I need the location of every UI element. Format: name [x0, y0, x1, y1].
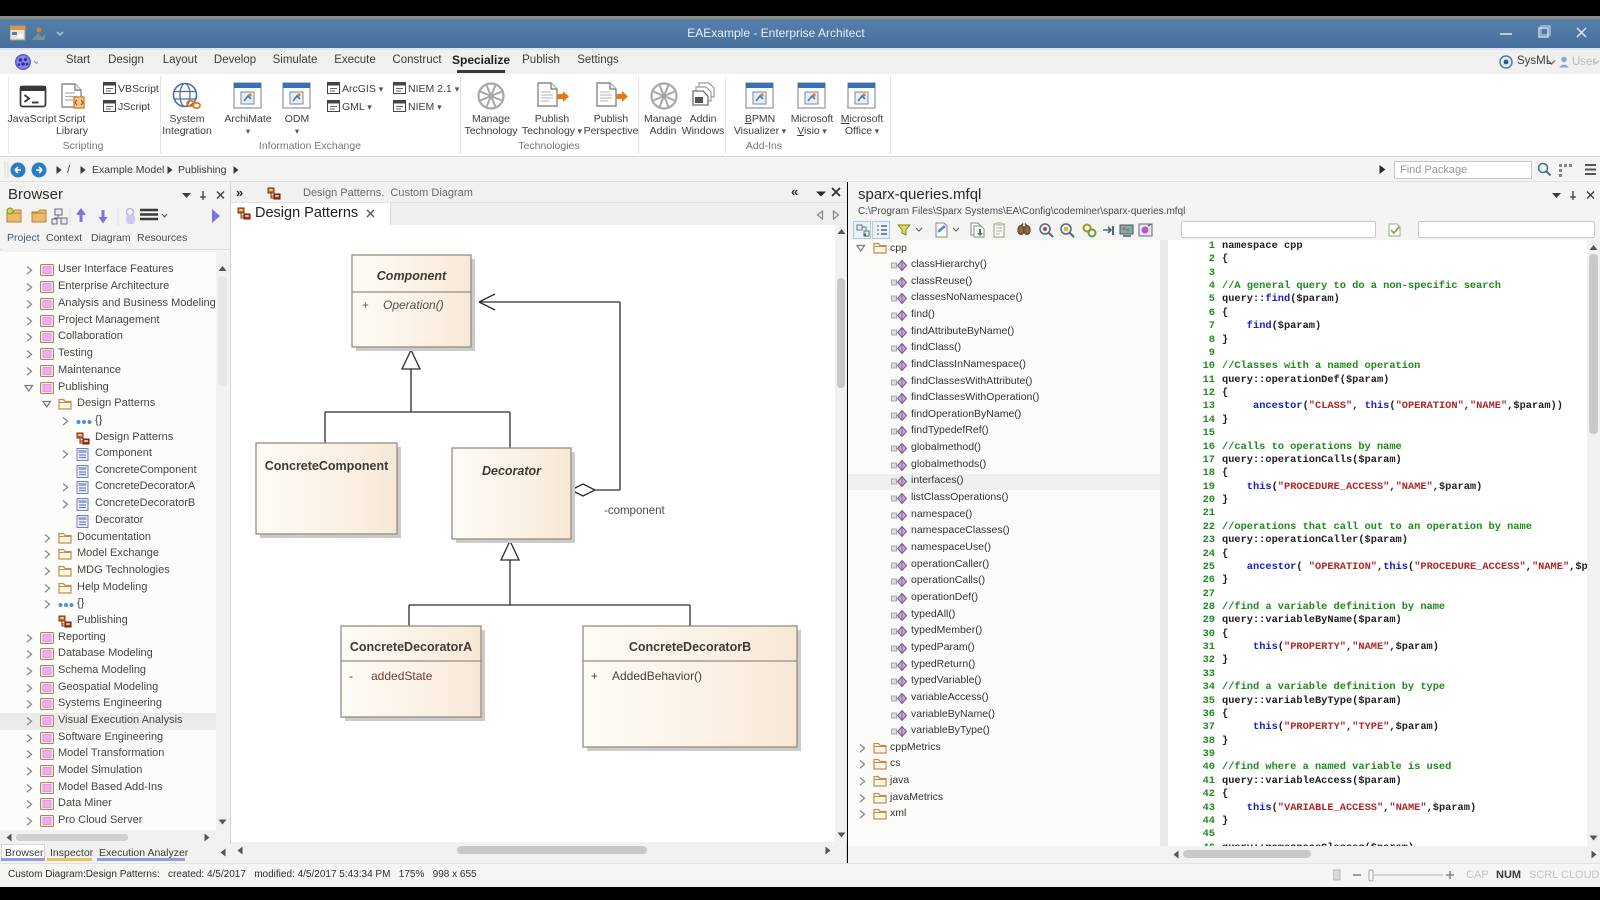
svg-text:ConcreteComponent: ConcreteComponent — [265, 459, 389, 473]
svg-text:+: + — [591, 671, 598, 683]
svg-text:-: - — [349, 671, 353, 683]
svg-text:+: + — [362, 300, 369, 312]
svg-text:Component: Component — [377, 269, 447, 283]
svg-text:ConcreteDecoratorA: ConcreteDecoratorA — [350, 640, 472, 654]
svg-text:ConcreteDecoratorB: ConcreteDecoratorB — [629, 640, 751, 654]
svg-text:-component: -component — [604, 505, 666, 517]
svg-text:addedState: addedState — [371, 669, 433, 683]
svg-text:Operation(): Operation() — [383, 298, 444, 312]
svg-text:AddedBehavior(): AddedBehavior() — [612, 669, 702, 683]
svg-text:Decorator: Decorator — [482, 464, 542, 478]
